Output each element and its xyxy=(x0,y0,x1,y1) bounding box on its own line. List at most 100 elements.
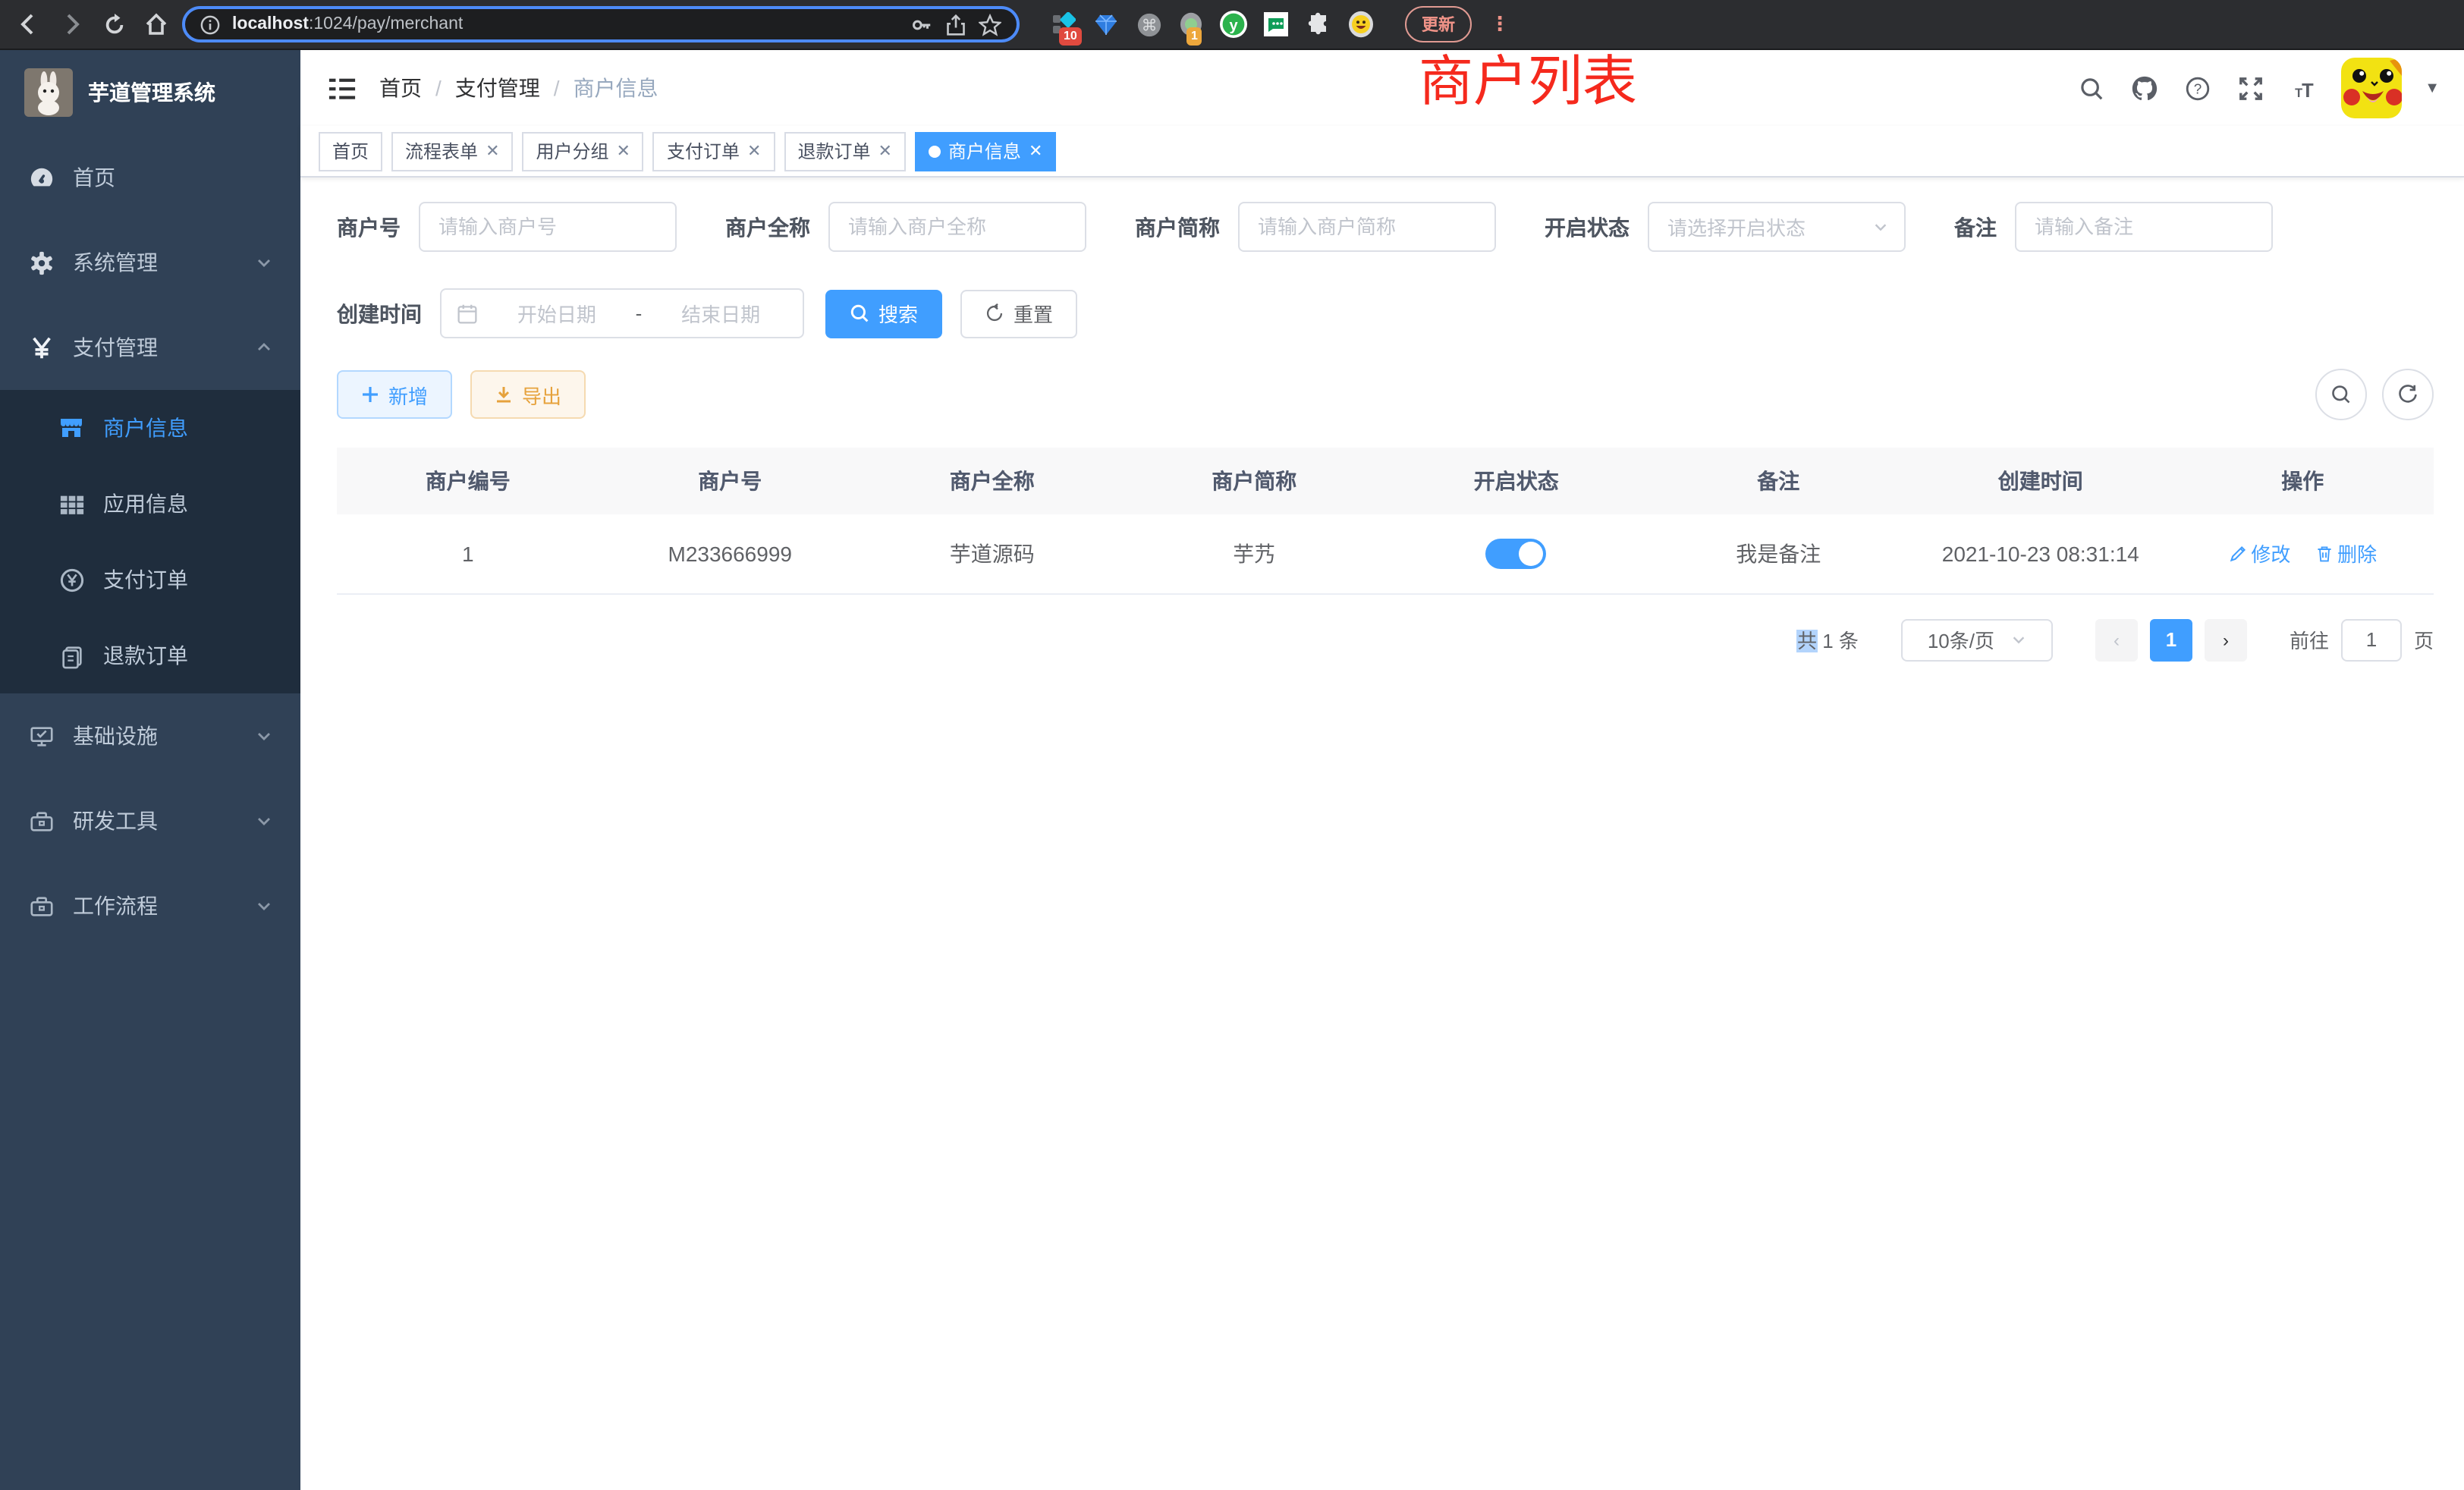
filter-row-2: 创建时间 开始日期 - 结束日期 搜索 xyxy=(337,288,2434,338)
merchant-full-name-input[interactable] xyxy=(828,202,1086,252)
chevron-down-icon xyxy=(255,897,273,915)
extension-badge-secondary: 1 xyxy=(1186,27,1202,46)
site-info-icon[interactable] xyxy=(200,14,220,34)
profile-emoji-icon[interactable] xyxy=(1347,11,1375,38)
back-icon[interactable] xyxy=(12,8,46,41)
reset-button[interactable]: 重置 xyxy=(960,289,1077,338)
address-bar[interactable]: localhost:1024/pay/merchant xyxy=(182,6,1020,42)
merchant-no-input[interactable] xyxy=(419,202,677,252)
extension-grid-icon[interactable]: 10 xyxy=(1050,11,1077,38)
status-select[interactable]: 请选择开启状态 xyxy=(1648,202,1906,252)
search-button[interactable]: 搜索 xyxy=(825,289,942,338)
refresh-table-button[interactable] xyxy=(2382,369,2434,420)
bookmark-star-icon[interactable] xyxy=(979,13,1001,36)
tag-pay-order[interactable]: 支付订单✕ xyxy=(653,131,775,171)
delete-link[interactable]: 删除 xyxy=(2315,539,2377,568)
page-size-select[interactable]: 10条/页 xyxy=(1901,618,2053,661)
chevron-up-icon xyxy=(255,338,273,357)
pay-order-icon xyxy=(58,566,85,593)
storefront-icon xyxy=(58,414,85,442)
forward-icon[interactable] xyxy=(55,8,88,41)
tag-merchant-info[interactable]: 商户信息✕ xyxy=(915,131,1056,171)
next-page-button[interactable]: › xyxy=(2205,618,2247,661)
main-area: 商户列表 首页 / 支付管理 / 商户信息 xyxy=(300,50,2464,1490)
sidebar-item-label: 首页 xyxy=(73,162,273,193)
prev-page-button[interactable]: ‹ xyxy=(2095,618,2138,661)
toolbox-icon xyxy=(27,807,55,835)
breadcrumb-home[interactable]: 首页 xyxy=(379,73,422,103)
calendar-icon xyxy=(457,303,478,324)
extension-chat-icon[interactable] xyxy=(1262,11,1290,38)
yen-icon xyxy=(27,334,55,361)
gear-icon xyxy=(27,249,55,276)
browser-update-button[interactable]: 更新 xyxy=(1405,6,1472,42)
close-icon[interactable]: ✕ xyxy=(486,141,499,161)
sidebar-item-merchant-info[interactable]: 商户信息 xyxy=(0,390,300,466)
sidebar-toggle-icon[interactable] xyxy=(325,71,358,105)
show-search-button[interactable] xyxy=(2315,369,2367,420)
home-icon[interactable] xyxy=(140,8,173,41)
tag-process-form[interactable]: 流程表单✕ xyxy=(391,131,513,171)
avatar-caret-icon[interactable]: ▼ xyxy=(2425,80,2440,96)
sidebar-item-system[interactable]: 系统管理 xyxy=(0,220,300,305)
close-icon[interactable]: ✕ xyxy=(747,141,761,161)
font-size-icon[interactable]: TT xyxy=(2288,73,2318,103)
chevron-down-icon xyxy=(2010,631,2026,648)
sidebar-item-app-info[interactable]: 应用信息 xyxy=(0,466,300,542)
create-time-range-picker[interactable]: 开始日期 - 结束日期 xyxy=(440,288,804,338)
help-icon[interactable]: ? xyxy=(2182,73,2212,103)
goto-page-input[interactable] xyxy=(2341,618,2402,661)
tag-home[interactable]: 首页 xyxy=(319,131,382,171)
extensions-puzzle-icon[interactable] xyxy=(1305,11,1332,38)
total-count: 共 1 条 xyxy=(1797,625,1859,654)
extension-proxy-icon[interactable]: 1 xyxy=(1177,11,1205,38)
edit-link[interactable]: 修改 xyxy=(2228,539,2290,568)
sidebar-item-payment[interactable]: 支付管理 xyxy=(0,305,300,390)
user-avatar[interactable] xyxy=(2341,58,2402,118)
close-icon[interactable]: ✕ xyxy=(1029,141,1042,161)
merchant-short-name-input[interactable] xyxy=(1238,202,1496,252)
breadcrumb-section[interactable]: 支付管理 xyxy=(455,73,540,103)
app-logo-row[interactable]: 芋道管理系统 xyxy=(0,50,300,135)
extension-gem-icon[interactable] xyxy=(1092,11,1120,38)
cell-actions: 修改 删除 xyxy=(2172,514,2434,593)
password-key-icon[interactable] xyxy=(910,13,933,36)
cell-merchant-no: M233666999 xyxy=(599,514,862,593)
sidebar-item-pay-order[interactable]: 支付订单 xyxy=(0,542,300,618)
browser-menu-icon[interactable]: ⋮ xyxy=(1490,12,1510,36)
sidebar-item-label: 应用信息 xyxy=(103,489,273,519)
payment-submenu: 商户信息 应用信息 支付订单 xyxy=(0,390,300,693)
close-icon[interactable]: ✕ xyxy=(617,141,630,161)
url-text[interactable]: localhost:1024/pay/merchant xyxy=(232,15,898,33)
breadcrumb-current: 商户信息 xyxy=(574,73,658,103)
sidebar-item-refund-order[interactable]: 退款订单 xyxy=(0,618,300,693)
sidebar-item-home[interactable]: 首页 xyxy=(0,135,300,220)
page-1-button[interactable]: 1 xyxy=(2150,618,2192,661)
github-icon[interactable] xyxy=(2129,73,2159,103)
sidebar-item-label: 支付订单 xyxy=(103,564,273,595)
export-button[interactable]: 导出 xyxy=(470,370,586,419)
status-toggle[interactable] xyxy=(1486,539,1547,569)
col-short-name: 商户简称 xyxy=(1124,448,1386,514)
col-remark: 备注 xyxy=(1648,448,1910,514)
monitor-icon xyxy=(27,722,55,750)
active-dot xyxy=(929,145,941,157)
fullscreen-icon[interactable] xyxy=(2235,73,2265,103)
sidebar-item-infrastructure[interactable]: 基础设施 xyxy=(0,693,300,778)
reload-icon[interactable] xyxy=(97,8,130,41)
screen: localhost:1024/pay/merchant 10 ⌘ xyxy=(0,0,2464,1490)
cell-create-time: 2021-10-23 08:31:14 xyxy=(1909,514,2172,593)
extension-command-icon[interactable]: ⌘ xyxy=(1135,11,1162,38)
page-content: 商户号 商户全称 商户简称 开启状态 请选择开启状态 xyxy=(300,178,2464,1490)
search-icon[interactable] xyxy=(2076,73,2106,103)
tag-user-group[interactable]: 用户分组✕ xyxy=(523,131,644,171)
sidebar-item-workflow[interactable]: 工作流程 xyxy=(0,863,300,948)
share-icon[interactable] xyxy=(945,13,966,36)
remark-input[interactable] xyxy=(2015,202,2273,252)
sidebar-item-dev-tools[interactable]: 研发工具 xyxy=(0,778,300,863)
close-icon[interactable]: ✕ xyxy=(878,141,891,161)
add-button[interactable]: 新增 xyxy=(337,370,452,419)
tag-refund-order[interactable]: 退款订单✕ xyxy=(784,131,905,171)
extension-y-icon[interactable]: y xyxy=(1220,11,1247,38)
dashboard-icon xyxy=(27,164,55,191)
